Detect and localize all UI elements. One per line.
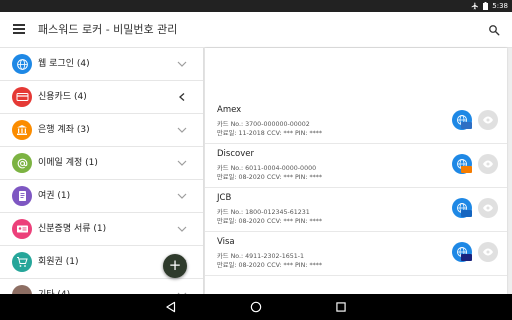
category-credit-card[interactable]: 신용카드 (4) [0, 81, 203, 114]
status-icons: 5:38 [471, 0, 508, 12]
card-brand-icon [461, 166, 472, 173]
search-icon[interactable] [488, 24, 500, 36]
bank-icon [12, 120, 32, 140]
shopping-cart-icon [12, 252, 32, 272]
entry-expiry: 만료일: 11-2018 CCV: *** PIN: **** [217, 130, 323, 137]
category-label: 기타 (4) [38, 279, 70, 294]
airplane-icon [471, 2, 479, 10]
category-email[interactable]: 이메일 계정 (1) [0, 147, 203, 180]
entry-row[interactable]: JCB 카드 No.: 1800-012345-61231 만료일: 08-20… [205, 188, 507, 232]
status-time: 5:38 [492, 2, 508, 10]
chevron-down-icon [177, 61, 187, 67]
category-label: 여권 (1) [38, 191, 71, 201]
entry-card: Amex 카드 No.: 3700-000000-00002 만료일: 11-2… [205, 48, 507, 294]
status-bar: 5:38 [0, 0, 512, 12]
app-title: 패스워드 로커 - 비밀번호 관리 [38, 23, 178, 36]
recents-icon[interactable] [334, 300, 348, 314]
entry-card-number: 카드 No.: 4911-2302-1651-1 [217, 253, 305, 260]
entry-name: Visa [217, 237, 235, 247]
entry-expiry: 만료일: 08-2020 CCV: *** PIN: **** [217, 218, 323, 225]
card-brand-icon [461, 122, 472, 129]
eye-icon[interactable] [478, 242, 498, 262]
entry-card-number: 카드 No.: 1800-012345-61231 [217, 209, 310, 216]
eye-icon[interactable] [478, 110, 498, 130]
category-label: 은행 계좌 (3) [38, 125, 90, 135]
entry-expiry: 만료일: 08-2020 CCV: *** PIN: **** [217, 174, 323, 181]
chevron-down-icon [177, 160, 187, 166]
navigation-bar [0, 294, 512, 320]
content-panel: Amex 카드 No.: 3700-000000-00002 만료일: 11-2… [205, 48, 512, 294]
category-id-documents[interactable]: 신분증명 서류 (1) [0, 213, 203, 246]
chevron-left-icon [179, 93, 185, 101]
chevron-down-icon [177, 193, 187, 199]
category-label: 웹 로그인 (4) [38, 59, 90, 69]
entry-card-number: 카드 No.: 3700-000000-00002 [217, 121, 310, 128]
at-sign-icon [12, 153, 32, 173]
entry-name: Amex [217, 105, 242, 115]
eye-icon[interactable] [478, 154, 498, 174]
battery-icon [483, 2, 489, 10]
eye-icon[interactable] [478, 198, 498, 218]
entry-name: Discover [217, 149, 254, 159]
category-passport[interactable]: 여권 (1) [0, 180, 203, 213]
back-icon[interactable] [164, 300, 178, 314]
category-label: 신분증명 서류 (1) [38, 224, 107, 234]
id-card-icon [12, 219, 32, 239]
chevron-down-icon [177, 226, 187, 232]
category-label: 이메일 계정 (1) [38, 158, 98, 168]
credit-card-icon [12, 87, 32, 107]
menu-icon[interactable] [13, 24, 25, 35]
category-web-login[interactable]: 웹 로그인 (4) [0, 48, 203, 81]
category-bank-account[interactable]: 은행 계좌 (3) [0, 114, 203, 147]
home-icon[interactable] [249, 300, 263, 314]
add-entry-button[interactable]: + [163, 254, 187, 278]
misc-icon [12, 285, 32, 294]
entry-row[interactable]: Discover 카드 No.: 6011-0004-0000-0000 만료일… [205, 144, 507, 188]
category-label: 회원권 (1) [38, 257, 79, 267]
entry-row[interactable]: Amex 카드 No.: 3700-000000-00002 만료일: 11-2… [205, 100, 507, 144]
card-brand-icon [461, 254, 472, 261]
entry-row[interactable]: Visa 카드 No.: 4911-2302-1651-1 만료일: 08-20… [205, 232, 507, 276]
entry-name: JCB [217, 193, 232, 203]
globe-icon [12, 54, 32, 74]
category-label: 신용카드 (4) [38, 92, 87, 102]
app-bar: 패스워드 로커 - 비밀번호 관리 [0, 12, 512, 48]
entry-card-number: 카드 No.: 6011-0004-0000-0000 [217, 165, 317, 172]
entry-expiry: 만료일: 08-2020 CCV: *** PIN: **** [217, 262, 323, 269]
category-misc[interactable]: 기타 (4) [0, 279, 203, 294]
chevron-down-icon [177, 127, 187, 133]
passport-icon [12, 186, 32, 206]
card-brand-icon [461, 210, 472, 217]
